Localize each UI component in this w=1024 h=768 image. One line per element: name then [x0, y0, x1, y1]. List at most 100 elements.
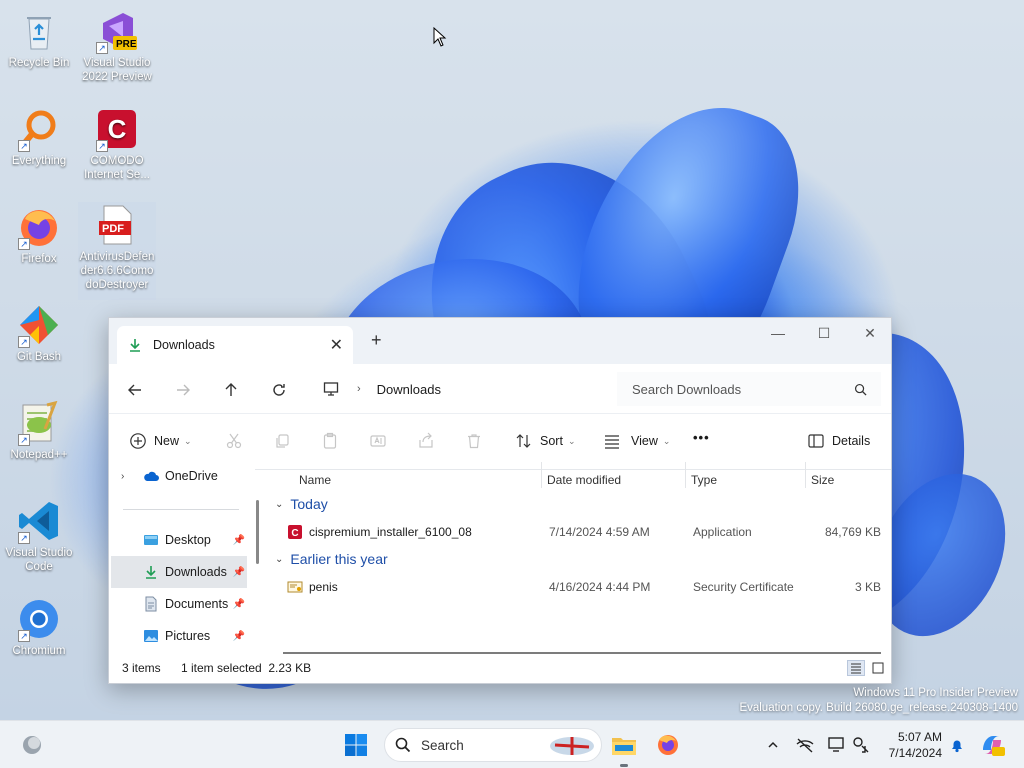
- notifications-button[interactable]: [948, 736, 966, 754]
- desktop-icon-firefox[interactable]: ↗ Firefox: [0, 204, 78, 266]
- comodo-app-icon: C: [288, 525, 302, 539]
- shortcut-arrow-icon: ↗: [96, 42, 108, 54]
- nav-divider: [123, 509, 239, 510]
- tiles-view-icon: [872, 662, 884, 674]
- download-icon: [130, 339, 140, 352]
- column-header-name[interactable]: Name: [299, 468, 331, 492]
- refresh-button[interactable]: [269, 380, 289, 400]
- delete-button[interactable]: [465, 432, 483, 450]
- build-watermark: Evaluation copy. Build 26080.ge_release.…: [739, 702, 1018, 714]
- group-header-today[interactable]: ⌄ Today: [275, 496, 328, 512]
- chevron-up-icon: [768, 741, 778, 748]
- cut-button[interactable]: [225, 432, 243, 450]
- details-pane-button[interactable]: Details: [807, 432, 870, 450]
- breadcrumb[interactable]: Downloads: [377, 382, 441, 397]
- comodo-icon: C ↗: [94, 106, 140, 152]
- shortcut-arrow-icon: ↗: [96, 140, 108, 152]
- nav-scrollbar[interactable]: [256, 500, 259, 564]
- search-highlight-icon: [550, 737, 594, 755]
- taskbar-firefox[interactable]: [652, 729, 684, 761]
- desktop-icon-comodo[interactable]: C ↗ COMODO Internet Se...: [78, 106, 156, 182]
- column-header-type[interactable]: Type: [691, 468, 717, 492]
- chevron-down-icon: ⌄: [275, 553, 284, 565]
- running-indicator: [620, 764, 628, 767]
- nav-item-pictures[interactable]: Pictures 📌: [111, 620, 247, 652]
- up-button[interactable]: [221, 380, 241, 400]
- pictures-folder-icon: [144, 630, 158, 642]
- taskbar-file-explorer[interactable]: [608, 729, 640, 767]
- start-button[interactable]: [340, 729, 372, 761]
- trash-icon: [468, 434, 480, 449]
- nav-item-desktop[interactable]: Desktop 📌: [111, 524, 247, 556]
- mouse-cursor-icon: [433, 27, 447, 47]
- search-input[interactable]: Search Downloads: [617, 372, 881, 406]
- copy-button[interactable]: [273, 432, 291, 450]
- arrow-left-icon: [128, 384, 141, 396]
- network-disconnected-icon: [796, 738, 814, 753]
- new-tab-button[interactable]: +: [371, 330, 382, 351]
- title-bar: Downloads ✕ + — ☐ ✕: [109, 318, 891, 364]
- rename-button[interactable]: [369, 432, 387, 450]
- more-options-button[interactable]: •••: [693, 430, 710, 445]
- folder-icon: [612, 738, 636, 755]
- taskbar-search-box[interactable]: Search: [384, 728, 602, 762]
- firefox-icon: [658, 735, 678, 755]
- downloads-folder-icon: [146, 566, 156, 579]
- desktop-icon-visual-studio-preview[interactable]: PRE ↗ Visual Studio 2022 Preview: [78, 8, 156, 84]
- sort-button[interactable]: Sort ⌄: [515, 432, 575, 450]
- desktop-icon-vscode[interactable]: ↗ Visual Studio Code: [0, 498, 78, 574]
- desktop-icon-pdf-file[interactable]: PDF AntivirusDefender6.6.6ComodoDestroye…: [78, 202, 156, 300]
- chevron-down-icon: ⌄: [275, 498, 284, 510]
- new-button[interactable]: New ⌄: [129, 432, 192, 450]
- copilot-button[interactable]: [976, 729, 1008, 761]
- widgets-button[interactable]: [16, 729, 48, 761]
- column-header-date-modified[interactable]: Date modified: [547, 468, 621, 492]
- desktop-icon-recycle-bin[interactable]: Recycle Bin: [0, 8, 78, 70]
- nav-item-onedrive[interactable]: › OneDrive: [111, 460, 247, 492]
- display-settings-icon[interactable]: [828, 736, 846, 754]
- item-count: 3 items: [122, 661, 161, 675]
- navigation-pane: › OneDrive Desktop 📌 Downloads 📌 Documen…: [109, 460, 255, 653]
- group-header-earlier-this-year[interactable]: ⌄ Earlier this year: [275, 551, 388, 567]
- clipboard-icon: [323, 432, 337, 449]
- back-button[interactable]: [125, 380, 145, 400]
- desktop-icon-everything[interactable]: ↗ Everything: [0, 106, 78, 168]
- security-tray-icon[interactable]: [852, 736, 870, 754]
- forward-button[interactable]: [173, 380, 193, 400]
- network-status-icon[interactable]: [796, 736, 814, 754]
- shield-gear-icon: [853, 737, 869, 753]
- shortcut-arrow-icon: ↗: [18, 434, 30, 446]
- svg-text:C: C: [108, 114, 127, 144]
- nav-item-documents[interactable]: Documents 📌: [111, 588, 247, 620]
- onedrive-cloud-icon: [144, 471, 159, 481]
- file-row-certificate[interactable]: penis 4/16/2024 4:44 PM Security Certifi…: [271, 575, 881, 599]
- desktop-icon-chromium[interactable]: ↗ Chromium: [0, 596, 78, 658]
- desktop-icon-git-bash[interactable]: ↗ Git Bash: [0, 302, 78, 364]
- close-window-button[interactable]: ✕: [847, 318, 893, 348]
- column-header-size[interactable]: Size: [811, 468, 834, 492]
- nav-item-downloads[interactable]: Downloads 📌: [111, 556, 247, 588]
- tab-downloads[interactable]: Downloads ✕: [117, 326, 353, 364]
- shortcut-arrow-icon: ↗: [18, 336, 30, 348]
- details-view-button[interactable]: [847, 660, 865, 676]
- system-clock[interactable]: 5:07 AM 7/14/2024: [876, 729, 942, 761]
- close-tab-icon[interactable]: ✕: [330, 335, 343, 355]
- visual-studio-preview-icon: PRE ↗: [94, 8, 140, 54]
- file-row-installer[interactable]: C cispremium_installer_6100_08 7/14/2024…: [271, 520, 881, 544]
- address-bar[interactable]: › Downloads: [315, 372, 605, 406]
- details-pane-icon: [808, 434, 824, 448]
- status-bar: 3 items 1 item selected 2.23 KB: [109, 653, 891, 683]
- pin-icon: 📌: [232, 566, 245, 578]
- desktop-icon-notepad-plus-plus[interactable]: ↗ Notepad++: [0, 400, 78, 462]
- view-button[interactable]: View ⌄: [603, 432, 670, 450]
- copy-icon: [276, 434, 289, 448]
- paste-button[interactable]: [321, 432, 339, 450]
- show-hidden-icons-button[interactable]: [764, 736, 782, 754]
- certificate-icon: [287, 581, 303, 593]
- chromium-icon: ↗: [16, 596, 62, 642]
- share-button[interactable]: [417, 432, 435, 450]
- maximize-button[interactable]: ☐: [801, 318, 847, 348]
- tiles-view-button[interactable]: [869, 660, 887, 676]
- notepad-plus-plus-icon: ↗: [16, 400, 62, 446]
- minimize-button[interactable]: —: [755, 318, 801, 348]
